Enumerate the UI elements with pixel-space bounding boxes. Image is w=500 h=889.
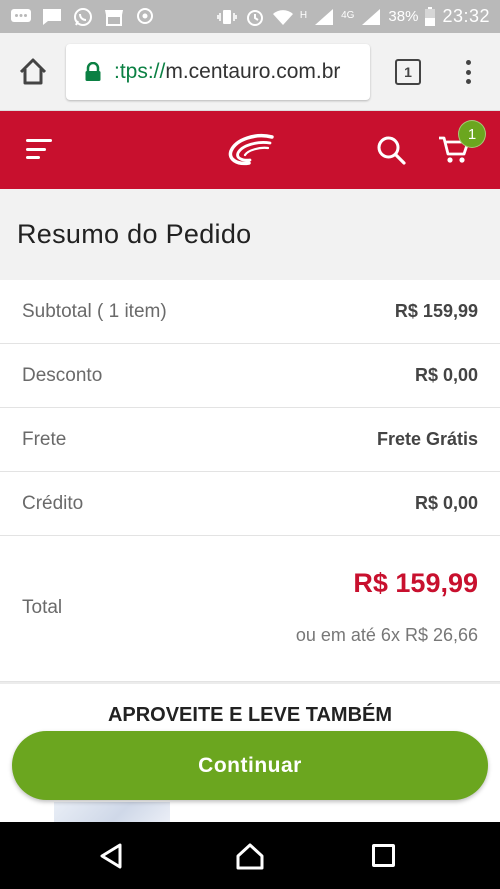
menu-icon[interactable] — [26, 139, 52, 159]
back-icon[interactable] — [98, 842, 124, 870]
subtotal-value: R$ 159,99 — [394, 301, 478, 321]
chat-icon — [41, 7, 63, 27]
location-icon — [134, 7, 156, 27]
search-icon[interactable] — [376, 135, 406, 165]
url-domain: m.centauro.com.br — [165, 60, 341, 83]
store-icon — [103, 7, 125, 27]
url-text: :tps://m.centauro.com.br — [114, 60, 340, 84]
browser-toolbar: :tps://m.centauro.com.br 1 — [0, 33, 500, 111]
cart-count-badge[interactable]: 1 — [458, 120, 486, 148]
centauro-logo[interactable] — [228, 133, 274, 167]
shipping-label: Frete — [22, 428, 67, 450]
subtotal-row: Subtotal ( 1 item) R$ 159,99 — [0, 280, 500, 344]
home-nav-icon[interactable] — [235, 842, 265, 870]
total-row: Total R$ 159,99 ou em até 6x R$ 26,66 — [0, 536, 500, 682]
url-scheme: :tps:// — [114, 60, 166, 83]
credit-label: Crédito — [22, 492, 84, 514]
total-label: Total — [22, 597, 63, 618]
messages-icon — [10, 7, 32, 27]
system-indicators: H 4G 38% 23:32 — [216, 6, 500, 27]
continue-button[interactable]: Continuar — [12, 731, 488, 800]
title-section: Resumo do Pedido — [0, 189, 500, 280]
address-bar[interactable]: :tps://m.centauro.com.br — [66, 44, 370, 100]
page-title: Resumo do Pedido — [17, 219, 252, 249]
product-image[interactable] — [54, 802, 170, 822]
more-options-icon[interactable] — [458, 57, 478, 87]
credit-value: R$ 0,00 — [414, 493, 478, 513]
discount-value: R$ 0,00 — [414, 365, 478, 385]
clock: 23:32 — [442, 6, 490, 26]
vibrate-icon — [216, 7, 238, 27]
credit-row: Crédito R$ 0,00 — [0, 472, 500, 536]
discount-label: Desconto — [22, 364, 103, 386]
signal-icon — [313, 7, 335, 27]
summary-table: Subtotal ( 1 item) R$ 159,99 Desconto R$… — [0, 280, 500, 682]
network-type-h: H — [299, 10, 308, 21]
system-nav-bar — [0, 822, 500, 889]
wifi-icon — [272, 7, 294, 27]
shipping-row: Frete Frete Grátis — [0, 408, 500, 472]
battery-percent: 38% — [388, 8, 419, 25]
installment-text: ou em até 6x R$ 26,66 — [295, 625, 478, 645]
site-header — [0, 111, 500, 189]
tab-switcher-button[interactable]: 1 — [395, 59, 421, 85]
battery-icon — [424, 6, 436, 27]
whatsapp-icon — [72, 7, 94, 27]
home-icon[interactable] — [16, 55, 50, 89]
lock-icon — [84, 61, 102, 82]
discount-row: Desconto R$ 0,00 — [0, 344, 500, 408]
order-summary-page: Resumo do Pedido Subtotal ( 1 item) R$ 1… — [0, 189, 500, 822]
status-bar: H 4G 38% 23:32 — [0, 0, 500, 33]
recommendations-title: APROVEITE E LEVE TAMBÉM — [107, 704, 393, 726]
shipping-value: Frete Grátis — [376, 429, 478, 449]
total-value: R$ 159,99 — [353, 568, 478, 598]
signal-icon-2 — [360, 7, 382, 27]
subtotal-label: Subtotal ( 1 item) — [22, 300, 167, 322]
network-type-4g: 4G — [341, 10, 355, 21]
notification-icons — [0, 7, 156, 27]
recent-apps-icon[interactable] — [372, 844, 395, 867]
alarm-icon — [244, 7, 266, 27]
